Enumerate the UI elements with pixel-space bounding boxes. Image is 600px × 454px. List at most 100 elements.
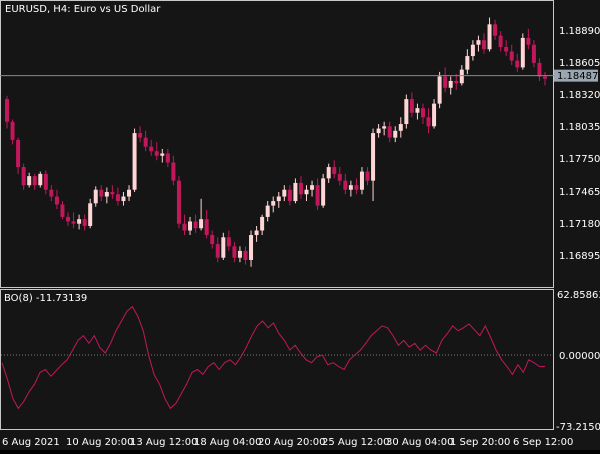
- candle-body: [343, 180, 348, 190]
- current-price-label: 1.18487: [557, 71, 598, 82]
- candle-body: [459, 69, 464, 84]
- candle-body: [443, 76, 448, 88]
- chart-canvas[interactable]: 1.18890 1.18605 1.18320 1.18035 1.17750 …: [0, 0, 600, 450]
- candle-body: [348, 185, 353, 190]
- candle-body: [470, 44, 475, 57]
- candle-body: [326, 167, 331, 179]
- candle-body: [49, 189, 54, 197]
- candle-body: [398, 124, 403, 131]
- candle-body: [415, 108, 420, 113]
- candle-body: [243, 250, 248, 260]
- candle-body: [509, 51, 514, 61]
- candle-body: [487, 24, 492, 50]
- price-tick-label: 1.18320: [559, 90, 600, 101]
- candle-body: [171, 162, 176, 181]
- indicator-tick-label: 0.00000: [559, 351, 600, 362]
- candle-body: [437, 76, 442, 104]
- candle-body: [232, 246, 237, 258]
- candle-body: [504, 46, 509, 52]
- candle-body: [543, 76, 547, 79]
- candle-body: [393, 130, 398, 138]
- candle-body: [99, 189, 104, 197]
- candle-body: [71, 221, 76, 224]
- candle-body: [88, 203, 93, 226]
- candle-body: [121, 196, 126, 202]
- candle-body: [531, 44, 536, 63]
- candle-body: [304, 189, 309, 195]
- candle-body: [132, 133, 137, 190]
- candle-body: [260, 216, 265, 231]
- candle-body: [149, 146, 154, 152]
- candle-body: [404, 99, 409, 125]
- candle-body: [182, 223, 187, 231]
- candle-body: [165, 153, 170, 163]
- candle-body: [5, 99, 9, 122]
- candle-body: [32, 176, 37, 186]
- candle-body: [104, 191, 109, 197]
- candle-body: [321, 178, 326, 206]
- candle-body: [54, 196, 59, 205]
- candle-body: [332, 167, 337, 174]
- candle-body: [465, 56, 470, 70]
- candle-body: [265, 205, 270, 217]
- candle-body: [315, 185, 320, 206]
- candle-body: [176, 180, 181, 224]
- price-tick-label: 1.17750: [559, 154, 600, 165]
- candle-body: [199, 219, 204, 229]
- price-tick-label: 1.18035: [559, 122, 600, 133]
- time-label: 1 Sep 20:00: [450, 437, 510, 448]
- candle-body: [254, 230, 259, 236]
- candle-body: [16, 139, 21, 168]
- candle-body: [382, 126, 387, 129]
- chart-title: EURUSD, H4: Euro vs US Dollar: [5, 4, 161, 15]
- candle-body: [154, 151, 159, 156]
- candle-body: [82, 219, 87, 226]
- candle-body: [287, 189, 292, 202]
- candle-body: [27, 176, 32, 186]
- candle-body: [515, 60, 520, 68]
- candle-body: [426, 117, 431, 127]
- candle-body: [188, 221, 193, 231]
- candle-body: [160, 153, 165, 156]
- time-label: 6 Aug 2021: [2, 437, 60, 448]
- trading-chart-window: 1.18890 1.18605 1.18320 1.18035 1.17750 …: [0, 0, 600, 450]
- candle-body: [110, 191, 115, 195]
- candle-body: [77, 219, 82, 224]
- candle-body: [454, 80, 459, 84]
- candle-body: [204, 219, 209, 236]
- price-tick-label: 1.18890: [559, 26, 600, 37]
- time-label: 20 Aug 20:00: [258, 437, 325, 448]
- price-tick-label: 1.16895: [559, 251, 600, 262]
- candle-body: [310, 185, 315, 190]
- candle-body: [221, 237, 226, 258]
- candle-body: [376, 128, 381, 134]
- time-label: 25 Aug 12:00: [322, 437, 389, 448]
- candle-body: [38, 173, 43, 186]
- candle-body: [371, 133, 376, 181]
- candle-body: [127, 189, 132, 197]
- candle-body: [493, 24, 498, 36]
- candle-body: [520, 37, 525, 68]
- candle-body: [138, 133, 143, 138]
- candle-body: [354, 185, 359, 190]
- candle-body: [215, 244, 220, 258]
- candle-body: [21, 167, 26, 186]
- indicator-tick-label: 62.85863: [557, 290, 600, 301]
- candle-body: [298, 182, 303, 195]
- candle-body: [293, 182, 298, 202]
- candle-body: [365, 171, 370, 181]
- candle-body: [60, 204, 65, 217]
- candle-body: [93, 189, 98, 204]
- candle-body: [226, 237, 231, 247]
- price-tick-label: 1.18605: [559, 58, 600, 69]
- candle-body: [143, 137, 148, 147]
- candle-body: [537, 62, 542, 77]
- time-label: 30 Aug 04:00: [386, 437, 453, 448]
- indicator-tick-label: -73.21501: [556, 422, 600, 433]
- candle-body: [249, 235, 254, 260]
- indicator-label: BO(8) -11.73139: [4, 293, 87, 304]
- candle-body: [337, 173, 342, 181]
- candle-body: [409, 99, 414, 113]
- candle-body: [481, 40, 486, 50]
- time-label: 10 Aug 20:00: [66, 437, 133, 448]
